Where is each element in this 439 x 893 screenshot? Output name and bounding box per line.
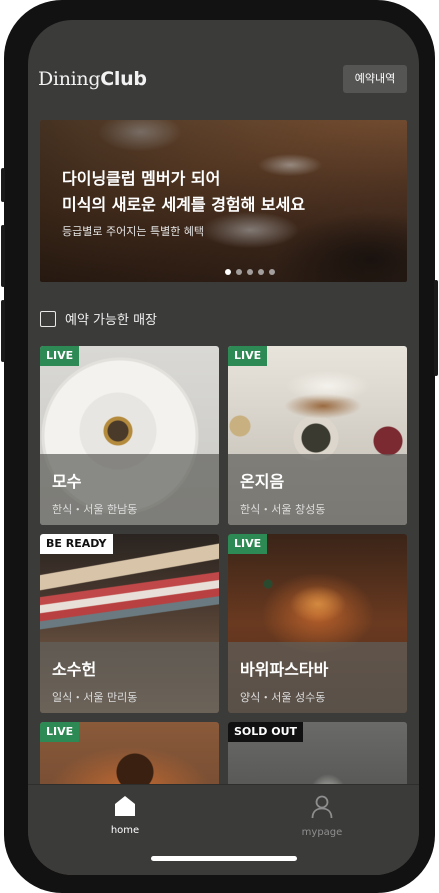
pagination-dot[interactable]	[258, 269, 264, 275]
promo-banner[interactable]: 다이닝클럽 멤버가 되어 미식의 새로운 세계를 경험해 보세요 등급별로 주어…	[40, 120, 407, 282]
home-indicator[interactable]	[151, 856, 297, 861]
available-filter[interactable]: 예약 가능한 매장	[40, 309, 157, 328]
card-info: 바위파스타바 양식・서울 성수동	[228, 642, 407, 713]
banner-subtitle: 등급별로 주어지는 특별한 혜택	[62, 225, 205, 238]
restaurant-meta: 일식・서울 만리동	[52, 691, 138, 704]
status-badge: BE READY	[40, 534, 113, 554]
restaurant-name: 소수헌	[52, 660, 97, 679]
pagination-dot[interactable]	[225, 269, 231, 275]
restaurant-meta: 한식・서울 창성동	[240, 503, 326, 516]
restaurant-name: 바위파스타바	[240, 660, 329, 679]
home-icon	[115, 796, 135, 816]
volume-down-button	[1, 300, 5, 362]
status-badge: SOLD OUT	[228, 722, 304, 742]
reservation-history-button[interactable]: 예약내역	[343, 65, 407, 93]
restaurant-name: 온지음	[240, 472, 285, 491]
banner-title: 다이닝클럽 멤버가 되어 미식의 새로운 세계를 경험해 보세요	[62, 169, 306, 214]
bottom-tab-bar: home mypage	[28, 784, 419, 875]
pagination-dot[interactable]	[236, 269, 242, 275]
status-badge: LIVE	[40, 346, 80, 366]
card-info: 소수헌 일식・서울 만리동	[40, 642, 219, 713]
logo-text-bold: Club	[100, 68, 147, 90]
tab-home-label: home	[110, 825, 140, 836]
user-icon	[311, 795, 333, 819]
tab-mypage-label: mypage	[301, 827, 343, 838]
restaurant-name: 모수	[52, 472, 82, 491]
dining-club-logo[interactable]: DiningClub	[38, 68, 147, 90]
status-badge: LIVE	[228, 346, 268, 366]
tab-mypage[interactable]: mypage	[292, 795, 352, 838]
logo-text-light: Dining	[38, 68, 101, 90]
app-screen: DiningClub 예약내역 다이닝클럽 멤버가 되어 미식의 새로운 세계를…	[28, 20, 419, 875]
card-info: 모수 한식・서울 한남동	[40, 454, 219, 525]
mute-switch	[1, 168, 5, 202]
restaurant-card-sosuheon[interactable]: BE READY 소수헌 일식・서울 만리동	[40, 534, 219, 713]
restaurant-card-bawi-pasta-bar[interactable]: LIVE 바위파스타바 양식・서울 성수동	[228, 534, 407, 713]
restaurant-card-mosu[interactable]: LIVE 모수 한식・서울 한남동	[40, 346, 219, 525]
card-info: 온지음 한식・서울 창성동	[228, 454, 407, 525]
pagination-dot[interactable]	[247, 269, 253, 275]
power-button	[434, 280, 438, 376]
restaurant-card-onjieum[interactable]: LIVE 온지음 한식・서울 창성동	[228, 346, 407, 525]
banner-text: 다이닝클럽 멤버가 되어 미식의 새로운 세계를 경험해 보세요 등급별로 주어…	[62, 166, 305, 239]
banner-pagination	[225, 269, 275, 275]
available-filter-label: 예약 가능한 매장	[65, 313, 157, 328]
tab-home[interactable]: home	[95, 795, 155, 836]
volume-up-button	[1, 225, 5, 287]
available-checkbox[interactable]	[40, 310, 56, 327]
status-badge: LIVE	[40, 722, 80, 742]
status-badge: LIVE	[228, 534, 268, 554]
pagination-dot[interactable]	[269, 269, 275, 275]
restaurant-meta: 양식・서울 성수동	[240, 691, 326, 704]
restaurant-meta: 한식・서울 한남동	[52, 503, 138, 516]
phone-frame: DiningClub 예약내역 다이닝클럽 멤버가 되어 미식의 새로운 세계를…	[1, 0, 438, 893]
